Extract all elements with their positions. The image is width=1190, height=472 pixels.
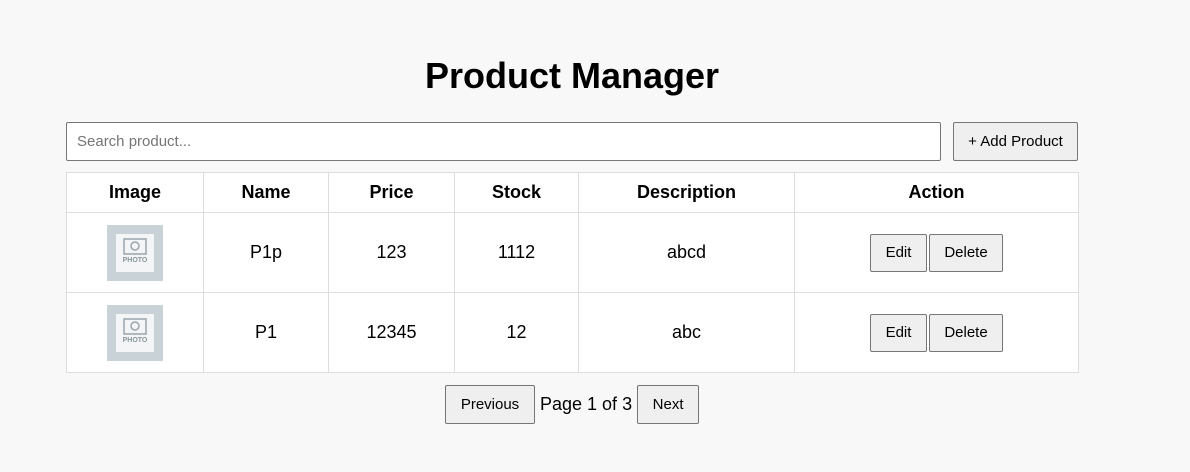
- column-header-description: Description: [578, 172, 795, 213]
- action-cell: Edit Delete: [794, 212, 1079, 293]
- svg-text:PHOTO: PHOTO: [123, 257, 148, 264]
- table-header-row: Image Name Price Stock Description Actio…: [66, 172, 1079, 213]
- next-button[interactable]: Next: [637, 385, 700, 424]
- add-product-button[interactable]: + Add Product: [953, 122, 1078, 161]
- pagination: Previous Page 1 of 3 Next: [445, 385, 700, 424]
- product-price: 12345: [328, 292, 455, 373]
- column-header-image: Image: [66, 172, 204, 213]
- previous-button[interactable]: Previous: [445, 385, 535, 424]
- product-name: P1: [203, 292, 329, 373]
- table-row: PHOTO P1p 123 1112 abcd Edit Delete: [66, 212, 1079, 293]
- column-header-price: Price: [328, 172, 455, 213]
- product-table: Image Name Price Stock Description Actio…: [66, 172, 1079, 373]
- delete-button[interactable]: Delete: [929, 313, 1003, 352]
- product-description: abcd: [578, 212, 795, 293]
- product-description: abc: [578, 292, 795, 373]
- photo-placeholder-icon: PHOTO: [107, 224, 163, 281]
- edit-button[interactable]: Edit: [870, 233, 927, 272]
- product-name: P1p: [203, 212, 329, 293]
- image-cell: PHOTO: [66, 212, 204, 293]
- page-indicator: Page 1 of 3: [540, 394, 633, 414]
- photo-placeholder-icon: PHOTO: [107, 304, 163, 361]
- table-row: PHOTO P1 12345 12 abc Edit Delete: [66, 292, 1079, 373]
- column-header-name: Name: [203, 172, 329, 213]
- svg-text:PHOTO: PHOTO: [123, 337, 148, 344]
- product-price: 123: [328, 212, 455, 293]
- action-cell: Edit Delete: [794, 292, 1079, 373]
- image-cell: PHOTO: [66, 292, 204, 373]
- edit-button[interactable]: Edit: [870, 313, 927, 352]
- product-stock: 12: [454, 292, 579, 373]
- search-input[interactable]: [66, 122, 941, 161]
- column-header-stock: Stock: [454, 172, 579, 213]
- column-header-action: Action: [794, 172, 1079, 213]
- delete-button[interactable]: Delete: [929, 233, 1003, 272]
- page-title: Product Manager: [424, 55, 720, 96]
- product-stock: 1112: [454, 212, 579, 293]
